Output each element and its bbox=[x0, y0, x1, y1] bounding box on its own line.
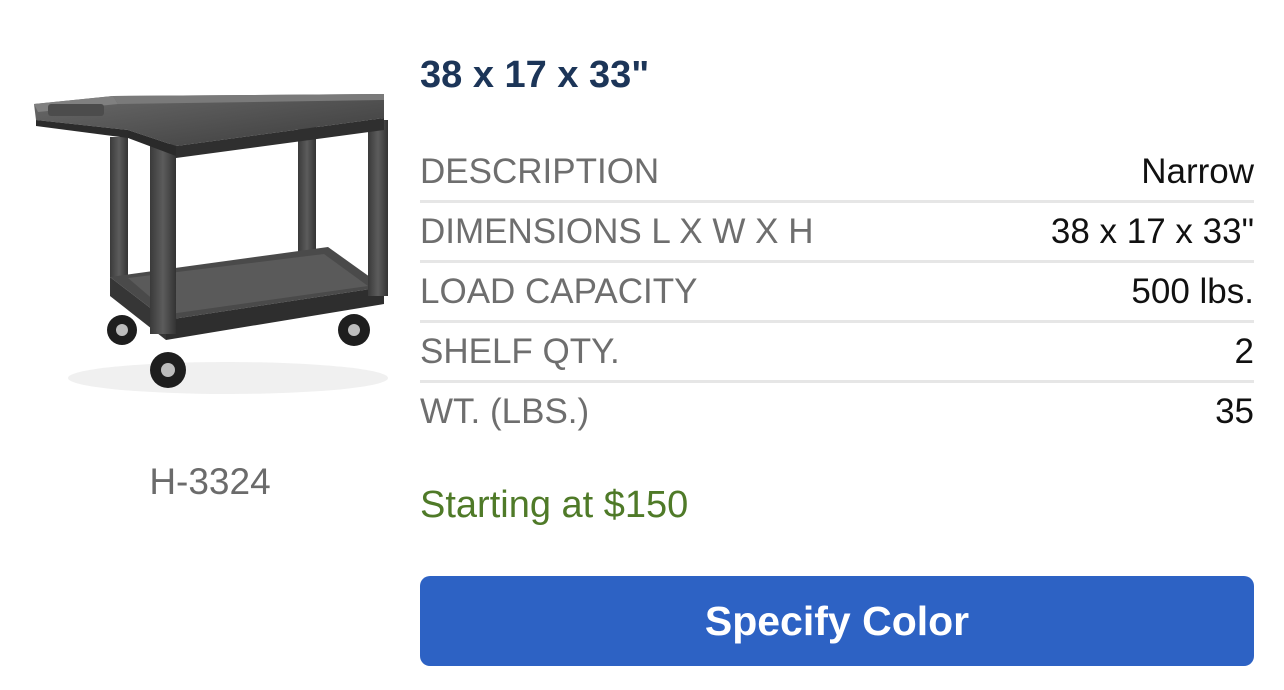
specify-color-button[interactable]: Specify Color bbox=[420, 576, 1254, 666]
product-image bbox=[28, 82, 390, 402]
spec-value: 35 bbox=[1215, 391, 1254, 431]
spec-label: DESCRIPTION bbox=[420, 151, 660, 191]
spec-row-dimensions: DIMENSIONS L X W X H 38 x 17 x 33" bbox=[420, 203, 1254, 263]
spec-row-weight: WT. (LBS.) 35 bbox=[420, 383, 1254, 440]
spec-label: WT. (LBS.) bbox=[420, 391, 590, 431]
price-text: Starting at $150 bbox=[420, 484, 689, 526]
product-sku: H-3324 bbox=[149, 461, 271, 502]
utility-cart-image bbox=[34, 94, 388, 394]
spec-row-shelf-qty: SHELF QTY. 2 bbox=[420, 323, 1254, 383]
spec-row-description: DESCRIPTION Narrow bbox=[420, 143, 1254, 203]
spec-label: DIMENSIONS L X W X H bbox=[420, 211, 814, 251]
spec-value: 38 x 17 x 33" bbox=[1050, 211, 1254, 251]
spec-row-load-capacity: LOAD CAPACITY 500 lbs. bbox=[420, 263, 1254, 323]
spec-value: 2 bbox=[1234, 331, 1254, 371]
spec-value: Narrow bbox=[1141, 151, 1254, 191]
spec-value: 500 lbs. bbox=[1131, 271, 1254, 311]
spec-table: DESCRIPTION Narrow DIMENSIONS L X W X H … bbox=[420, 143, 1254, 440]
spec-label: LOAD CAPACITY bbox=[420, 271, 698, 311]
product-title: 38 x 17 x 33" bbox=[420, 54, 650, 96]
spec-label: SHELF QTY. bbox=[420, 331, 620, 371]
